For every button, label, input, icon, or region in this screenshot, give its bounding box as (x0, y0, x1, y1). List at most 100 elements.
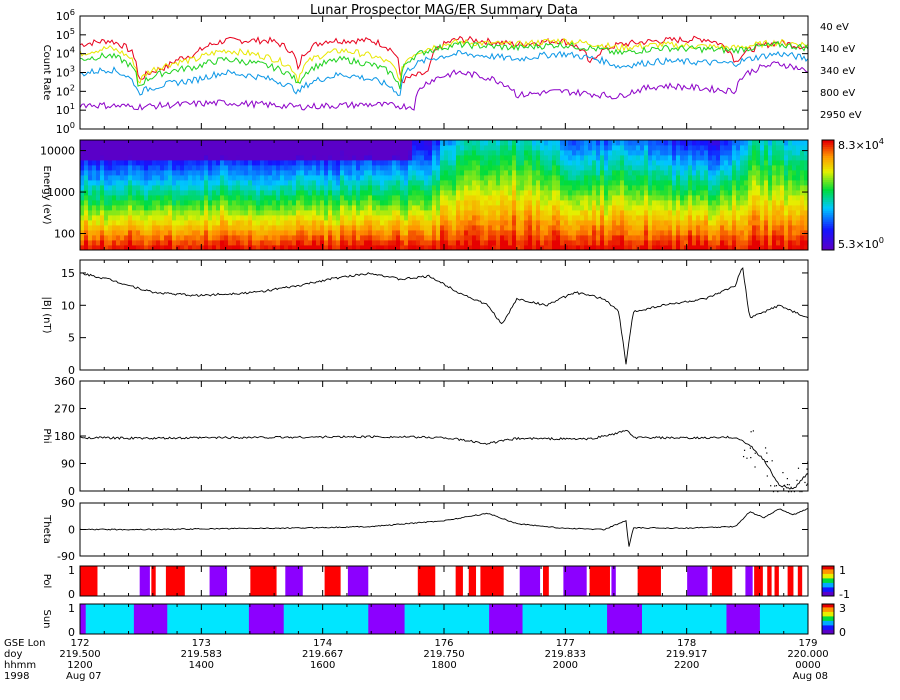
spectrogram-cell (672, 220, 677, 226)
spectrogram-cell (188, 160, 193, 166)
spectrogram-cell (504, 175, 509, 181)
spectrogram-cell (256, 220, 261, 226)
spectrogram-cell (724, 220, 729, 226)
spectrogram-cell (684, 230, 689, 236)
spectrogram-cell (220, 235, 225, 241)
spectrogram-cell (252, 160, 257, 166)
spectrogram-cell (748, 205, 753, 211)
spectrogram-cell (732, 160, 737, 166)
spectrogram-cell (728, 230, 733, 236)
spectrogram-cell (676, 210, 681, 216)
spectrogram-cell (244, 205, 249, 211)
spectrogram-cell (84, 165, 89, 171)
spectrogram-cell (472, 230, 477, 236)
spectrogram-cell (252, 150, 257, 156)
spectrogram-cell (676, 170, 681, 176)
spectrogram-cell (660, 145, 665, 151)
spectrogram-cell (408, 195, 413, 201)
spectrogram-cell (496, 180, 501, 186)
spectrogram-cell (492, 225, 497, 231)
spectrogram-cell (724, 165, 729, 171)
spectrogram-cell (400, 165, 405, 171)
spectrogram-cell (152, 180, 157, 186)
spectrogram-cell (488, 145, 493, 151)
spectrogram-cell (524, 210, 529, 216)
spectrogram-cell (556, 180, 561, 186)
spectrogram-cell (792, 165, 797, 171)
spectrogram-cell (220, 225, 225, 231)
spectrogram-cell (132, 220, 137, 226)
spectrogram-cell (708, 160, 713, 166)
spectrogram-cell (260, 235, 265, 241)
spectrogram-cell (100, 160, 105, 166)
spectrogram-cell (384, 160, 389, 166)
spectrogram-cell (540, 190, 545, 196)
spectrogram-cell (732, 200, 737, 206)
spectrogram-cell (252, 140, 257, 146)
spectrogram-cell (128, 235, 133, 241)
spectrogram-cell (472, 155, 477, 161)
spectrogram-cell (128, 155, 133, 161)
spectrogram-cell (792, 195, 797, 201)
spectrogram-cell (248, 235, 253, 241)
spectrogram-cell (784, 210, 789, 216)
spectrogram-cell (588, 230, 593, 236)
spectrogram-cell (388, 155, 393, 161)
spectrogram-cell (524, 155, 529, 161)
spectrogram-cell (332, 210, 337, 216)
spectrogram-cell (384, 225, 389, 231)
spectrogram-cell (704, 170, 709, 176)
spectrogram-cell (80, 140, 85, 146)
spectrogram-cell (736, 185, 741, 191)
spectrogram-cell (484, 140, 489, 146)
spectrogram-cell (488, 240, 493, 246)
spectrogram-cell (600, 240, 605, 246)
spectrogram-cell (332, 200, 337, 206)
spectrogram-cell (572, 225, 577, 231)
spectrogram-cell (92, 175, 97, 181)
spectrogram-cell (120, 225, 125, 231)
spectrogram-cell (296, 195, 301, 201)
spectrogram-cell (276, 170, 281, 176)
spectrogram-cell (744, 205, 749, 211)
spectrogram-cell (256, 230, 261, 236)
spectrogram-cell (488, 160, 493, 166)
spectrogram-cell (520, 240, 525, 246)
spectrogram-cell (776, 165, 781, 171)
spectrogram-cell (448, 220, 453, 226)
spectrogram-cell (720, 195, 725, 201)
spectrogram-cell (216, 180, 221, 186)
spectrogram-cell (768, 155, 773, 161)
spectrogram-cell (756, 205, 761, 211)
spectrogram-cell (768, 170, 773, 176)
spectrogram-cell (148, 140, 153, 146)
spectrogram-cell (436, 240, 441, 246)
spectrogram-cell (692, 195, 697, 201)
spectrogram-cell (96, 180, 101, 186)
spectrogram-cell (260, 205, 265, 211)
spectrogram-cell (208, 145, 213, 151)
spectrogram-cell (608, 175, 613, 181)
spectrogram-cell (276, 150, 281, 156)
spectrogram-cell (480, 145, 485, 151)
spectrogram-cell (476, 150, 481, 156)
spectrogram-cell (668, 225, 673, 231)
spectrogram-cell (544, 200, 549, 206)
spectrogram-cell (420, 140, 425, 146)
spectrogram-cell (212, 200, 217, 206)
spectrogram-cell (116, 215, 121, 221)
spectrogram-cell (80, 240, 85, 246)
spectrogram-cell (764, 220, 769, 226)
spectrogram-cell (280, 215, 285, 221)
spectrogram-cell (416, 240, 421, 246)
spectrogram-cell (424, 145, 429, 151)
spectrogram-cell (616, 210, 621, 216)
pol-segment (767, 566, 772, 596)
spectrogram-cell (264, 215, 269, 221)
sun-segment (133, 604, 168, 634)
spectrogram-cell (416, 205, 421, 211)
spectrogram-cell (512, 150, 517, 156)
spectrogram-cell (580, 175, 585, 181)
spectrogram-cell (216, 170, 221, 176)
spectrogram-cell (660, 180, 665, 186)
